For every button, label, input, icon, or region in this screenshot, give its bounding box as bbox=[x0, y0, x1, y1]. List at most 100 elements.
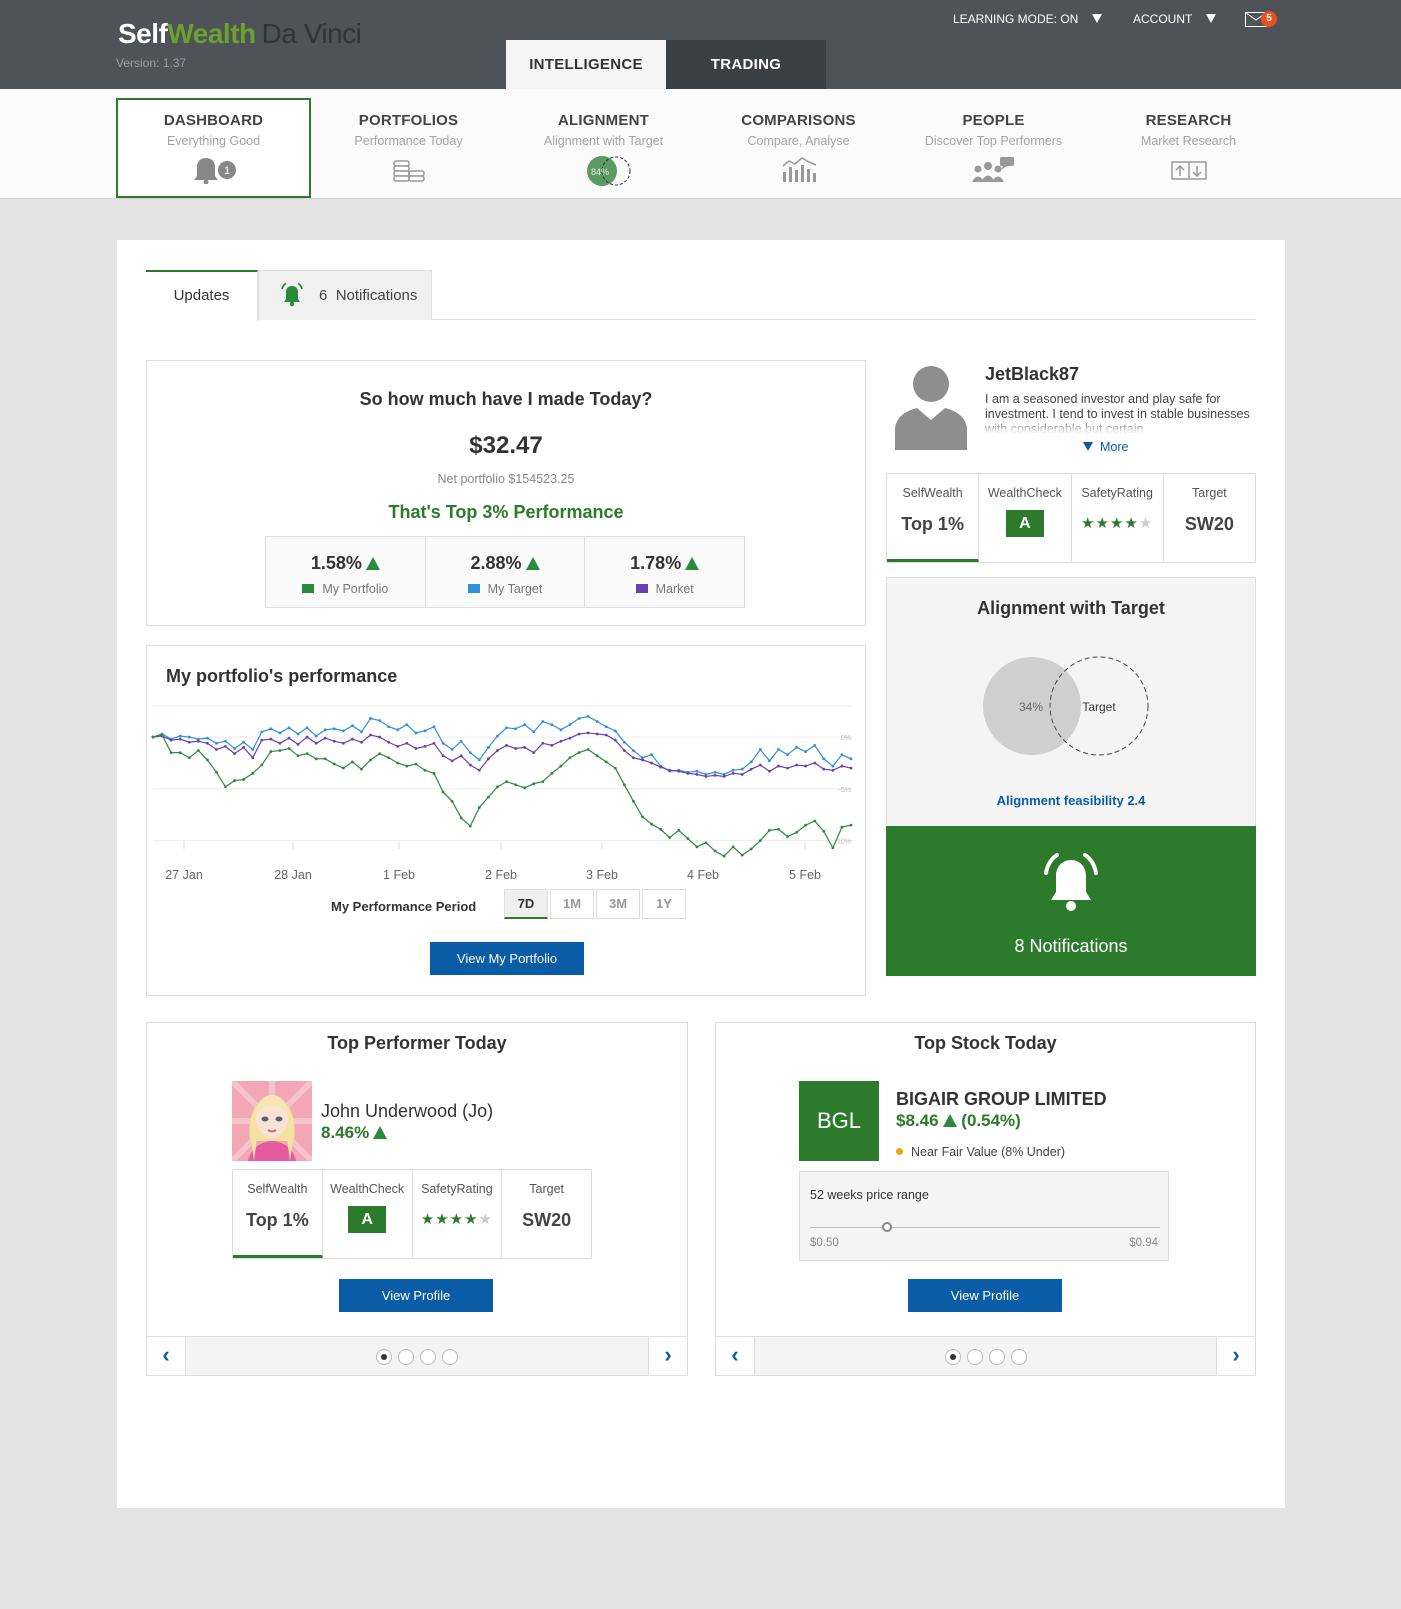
tab-trading[interactable]: TRADING bbox=[666, 40, 826, 89]
top-stock-title: Top Stock Today bbox=[914, 1033, 1057, 1053]
data-point bbox=[477, 768, 481, 772]
stat-label: Market bbox=[655, 582, 694, 596]
view-stock-profile-button[interactable]: View Profile bbox=[908, 1279, 1062, 1312]
data-point bbox=[296, 754, 300, 758]
carousel-dot[interactable] bbox=[420, 1349, 436, 1365]
data-point bbox=[641, 758, 644, 762]
carousel-prev-button[interactable]: ‹ bbox=[147, 1337, 186, 1375]
data-point bbox=[659, 827, 663, 831]
carousel-dot[interactable] bbox=[398, 1349, 414, 1365]
tab-notifications[interactable]: 6 Notifications bbox=[258, 270, 432, 320]
data-point bbox=[360, 740, 363, 744]
bio-more-link[interactable]: More bbox=[1083, 440, 1128, 454]
carousel-prev-button[interactable]: ‹ bbox=[716, 1337, 755, 1375]
data-point bbox=[668, 836, 672, 839]
legend-swatch bbox=[467, 584, 480, 593]
carousel-dot[interactable] bbox=[442, 1349, 458, 1365]
data-point bbox=[795, 763, 799, 767]
data-point bbox=[632, 799, 635, 803]
view-my-portfolio-button[interactable]: View My Portfolio bbox=[430, 942, 584, 975]
tab-intelligence[interactable]: INTELLIGENCE bbox=[506, 40, 666, 89]
carousel-dots bbox=[376, 1349, 458, 1365]
nav-portfolios[interactable]: PORTFOLIOS Performance Today bbox=[311, 98, 506, 198]
performer-avatar-icon[interactable] bbox=[232, 1081, 312, 1161]
data-point bbox=[541, 720, 545, 723]
metric-value: SW20 bbox=[1184, 514, 1234, 534]
metric-safety-rating[interactable]: SafetyRating ★★★★★ bbox=[1072, 474, 1164, 562]
nav-alignment[interactable]: ALIGNMENT Alignment with Target 84% bbox=[506, 98, 701, 198]
data-point bbox=[178, 734, 182, 738]
x-tick-label: 4 Feb bbox=[687, 868, 719, 882]
performer-carousel: ‹ › bbox=[147, 1336, 687, 1375]
data-point bbox=[758, 748, 762, 751]
chart-title: My portfolio's performance bbox=[166, 666, 398, 686]
tab-updates[interactable]: Updates bbox=[146, 270, 258, 321]
data-point bbox=[550, 743, 554, 747]
notifications-card[interactable]: 8 Notifications bbox=[886, 826, 1256, 976]
metric-target[interactable]: Target SW20 bbox=[1164, 474, 1255, 562]
metric-selfwealth[interactable]: SelfWealth Top 1% bbox=[887, 474, 980, 562]
carousel-dot[interactable] bbox=[988, 1349, 1005, 1365]
alignment-feasibility[interactable]: Alignment feasibility 2.4 bbox=[887, 793, 1255, 808]
data-point bbox=[396, 744, 400, 748]
period-1y[interactable]: 1Y bbox=[642, 889, 686, 919]
data-point bbox=[541, 780, 545, 784]
x-tick-label: 5 Feb bbox=[789, 868, 821, 882]
updates-tabs: Updates 6 Notifications bbox=[146, 270, 1256, 321]
series-line-my-portfolio bbox=[152, 734, 852, 857]
metric-safety-rating[interactable]: SafetyRating ★★★★★ bbox=[413, 1170, 503, 1258]
data-point bbox=[260, 730, 264, 734]
data-point bbox=[514, 727, 517, 731]
carousel-dot[interactable] bbox=[966, 1349, 983, 1365]
profile-username[interactable]: JetBlack87 bbox=[985, 364, 1079, 385]
data-point bbox=[505, 743, 508, 747]
nav-alignment-title: ALIGNMENT bbox=[558, 112, 649, 129]
metric-wealthcheck[interactable]: WealthCheck A bbox=[323, 1170, 413, 1258]
period-1m[interactable]: 1M bbox=[550, 889, 594, 919]
data-point bbox=[233, 752, 236, 756]
nav-comparisons[interactable]: COMPARISONS Compare, Analyse bbox=[701, 98, 896, 198]
alignment-venn-icon[interactable]: 34% Target bbox=[982, 656, 1162, 766]
nav-research[interactable]: RESEARCH Market Research bbox=[1091, 98, 1286, 198]
nav-dashboard[interactable]: DASHBOARD Everything Good 1 bbox=[116, 98, 311, 198]
made-today-panel: So how much have I made Today? $32.47 Ne… bbox=[146, 360, 866, 626]
metric-wealthcheck[interactable]: WealthCheck A bbox=[979, 474, 1072, 562]
data-point bbox=[423, 729, 427, 733]
metric-label: SafetyRating bbox=[1081, 486, 1153, 500]
metric-label: Target bbox=[529, 1182, 564, 1196]
stock-ticker-tile[interactable]: BGL bbox=[799, 1081, 879, 1161]
view-performer-profile-button[interactable]: View Profile bbox=[339, 1279, 493, 1312]
nav-people[interactable]: PEOPLE Discover Top Performers bbox=[896, 98, 1091, 198]
app-logo[interactable]: SelfWealth Da Vinci bbox=[118, 18, 362, 50]
period-7d[interactable]: 7D bbox=[504, 889, 548, 919]
data-point bbox=[831, 846, 835, 850]
data-point bbox=[496, 785, 499, 789]
performer-name[interactable]: John Underwood (Jo) bbox=[321, 1101, 493, 1122]
metric-label: SafetyRating bbox=[421, 1182, 493, 1196]
metric-selfwealth[interactable]: SelfWealth Top 1% bbox=[233, 1170, 323, 1258]
data-point bbox=[450, 748, 454, 751]
carousel-next-button[interactable]: › bbox=[648, 1337, 687, 1375]
data-point bbox=[822, 829, 826, 833]
carousel-dot[interactable] bbox=[1010, 1349, 1027, 1365]
data-point bbox=[459, 754, 463, 758]
carousel-dot[interactable] bbox=[376, 1349, 392, 1365]
stock-name[interactable]: BIGAIR GROUP LIMITED bbox=[896, 1089, 1107, 1110]
data-point bbox=[224, 744, 227, 748]
range-track bbox=[810, 1227, 1160, 1228]
period-3m[interactable]: 3M bbox=[596, 889, 640, 919]
data-point bbox=[151, 735, 155, 739]
data-point bbox=[523, 786, 527, 790]
carousel-dot[interactable] bbox=[944, 1349, 961, 1365]
data-point bbox=[396, 761, 400, 765]
learning-mode-dropdown[interactable]: LEARNING MODE: ON bbox=[953, 12, 1103, 26]
user-avatar-icon[interactable] bbox=[893, 358, 969, 450]
data-point bbox=[632, 749, 635, 752]
carousel-next-button[interactable]: › bbox=[1216, 1337, 1255, 1375]
range-marker bbox=[882, 1222, 892, 1232]
metric-target[interactable]: Target SW20 bbox=[502, 1170, 591, 1258]
performance-line-chart: 0%-5%-10% bbox=[151, 705, 853, 858]
data-point bbox=[559, 728, 563, 732]
data-point bbox=[287, 747, 291, 750]
account-dropdown[interactable]: ACCOUNT bbox=[1133, 12, 1217, 26]
